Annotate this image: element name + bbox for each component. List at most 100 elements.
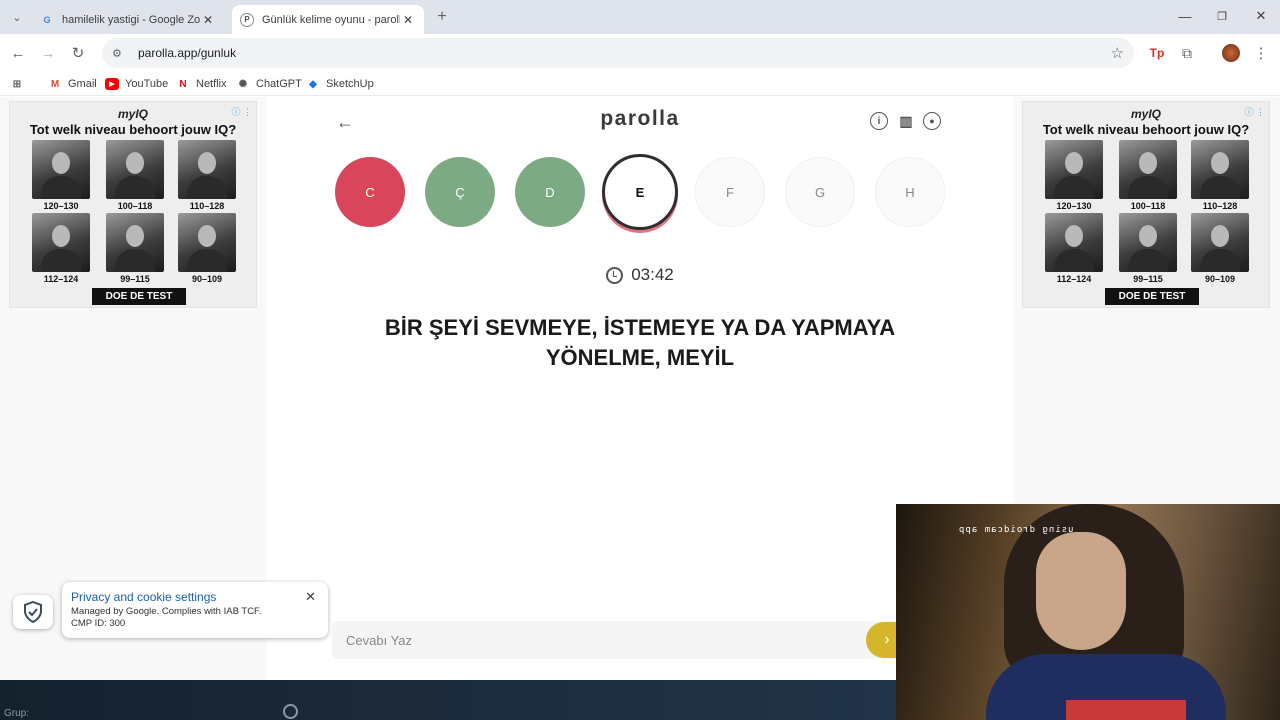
browser-toolbar: ← → ↻ ⚙ parolla.app/gunluk ☆ Tp ⧉ ⋮	[0, 34, 1280, 72]
bookmark-youtube[interactable]: ▶ YouTube	[105, 76, 168, 92]
google-favicon-icon: G	[43, 14, 51, 25]
chatgpt-icon: ✺	[238, 78, 248, 90]
portrait-image	[106, 213, 164, 272]
forward-icon[interactable]: →	[37, 42, 59, 64]
iq-range: 110–128	[1202, 201, 1238, 211]
game-panel: ← parolla i ▥ ● C Ç D E F G H 03:42 BİR …	[322, 97, 958, 680]
ad-headline: Tot welk niveau behoort jouw IQ?	[1042, 122, 1250, 137]
iq-range: 112–124	[43, 274, 79, 284]
cookie-line: CMP ID: 300	[71, 618, 126, 629]
restore-icon[interactable]: ❐	[1207, 6, 1237, 26]
iq-range: 120–130	[1056, 201, 1092, 211]
tab-title: Günlük kelime oyunu - parolla	[262, 13, 400, 26]
user-icon[interactable]: ●	[923, 112, 941, 130]
bookmark-star-icon[interactable]: ☆	[1111, 44, 1124, 62]
profile-avatar[interactable]	[1220, 42, 1242, 64]
webcam-overlay: using droidcam app	[896, 504, 1280, 720]
letter-g: G	[785, 157, 855, 227]
info-icon[interactable]: i	[870, 112, 888, 130]
portrait-image	[1045, 140, 1103, 199]
tab-parolla[interactable]: P Günlük kelime oyunu - parolla ✕	[232, 5, 424, 34]
iq-range: 90–109	[1204, 274, 1236, 284]
portrait-image	[32, 140, 90, 199]
bookmark-label: YouTube	[125, 78, 169, 90]
extensions-puzzle-icon[interactable]: ⧉	[1176, 42, 1198, 64]
clock-icon	[606, 266, 624, 284]
close-tab-icon[interactable]: ✕	[400, 12, 416, 28]
site-info-icon[interactable]: ⚙	[112, 47, 128, 60]
close-icon[interactable]: ✕	[305, 589, 316, 605]
timer-value: 03:42	[631, 265, 674, 284]
address-bar[interactable]: ⚙ parolla.app/gunluk ☆	[102, 38, 1134, 68]
iq-ad-left[interactable]: ⓘ ⋮ myIQ Tot welk niveau behoort jouw IQ…	[9, 101, 257, 308]
close-tab-icon[interactable]: ✕	[200, 12, 216, 28]
portrait-image	[178, 213, 236, 272]
ad-brand: myIQ	[1130, 107, 1161, 121]
timer: 03:42	[322, 265, 958, 285]
bookmarks-bar: ⊞ M Gmail ▶ YouTube N Netflix ✺ ChatGPT …	[0, 72, 1280, 96]
iq-range: 100–118	[117, 201, 153, 211]
reload-icon[interactable]: ↻	[67, 42, 89, 64]
iq-range: 99–115	[1133, 274, 1163, 284]
parolla-logo[interactable]: parolla	[322, 107, 958, 131]
iq-range: 90–109	[191, 274, 223, 284]
letter-d: D	[515, 157, 585, 227]
parolla-favicon-icon: P	[240, 12, 254, 27]
bookmark-label: ChatGPT	[256, 78, 302, 90]
iq-range: 120–130	[43, 201, 79, 211]
answer-box: ›	[332, 621, 912, 659]
stats-icon[interactable]: ▥	[897, 112, 915, 130]
shield-icon	[24, 601, 42, 623]
taskbar-strip: Grup:	[0, 680, 896, 720]
chevron-right-icon: ›	[884, 631, 890, 648]
tab-google-search[interactable]: G hamilelik yastigi - Google Zoeke ✕	[32, 5, 224, 34]
portrait-image	[1119, 213, 1177, 272]
bookmark-label: Gmail	[68, 78, 97, 90]
back-icon[interactable]: ←	[7, 42, 29, 64]
bookmark-netflix[interactable]: N Netflix	[176, 76, 227, 92]
iq-ad-right[interactable]: ⓘ ⋮ myIQ Tot welk niveau behoort jouw IQ…	[1022, 101, 1270, 308]
tab-strip: ⌄ G hamilelik yastigi - Google Zoeke ✕ P…	[0, 0, 1280, 34]
minimize-icon[interactable]: —	[1170, 6, 1200, 26]
bookmark-sketchup[interactable]: ◆ SketchUp	[306, 76, 374, 92]
letter-c: C	[335, 157, 405, 227]
portrait-image	[32, 213, 90, 272]
group-label: Grup:	[4, 708, 30, 719]
cookie-settings-link[interactable]: Privacy and cookie settings	[71, 590, 216, 604]
bookmark-label: SketchUp	[326, 78, 374, 90]
new-tab-icon[interactable]: +	[431, 6, 453, 28]
iq-range: 112–124	[1056, 274, 1092, 284]
question-text: BİR ŞEYİ SEVMEYE, İSTEMEYE YA DA YAPMAYA…	[384, 315, 896, 370]
bookmark-gmail[interactable]: M Gmail	[48, 76, 97, 92]
privacy-shield-button[interactable]	[13, 595, 53, 629]
record-icon[interactable]	[283, 704, 298, 719]
sketchup-icon: ◆	[309, 78, 317, 90]
menu-kebab-icon[interactable]: ⋮	[1250, 42, 1272, 64]
ad-headline: Tot welk niveau behoort jouw IQ?	[29, 122, 237, 137]
tab-title: hamilelik yastigi - Google Zoeke	[62, 13, 200, 26]
iq-range: 110–128	[189, 201, 225, 211]
portrait-image	[1045, 213, 1103, 272]
iq-range: 100–118	[1130, 201, 1166, 211]
bookmark-chatgpt[interactable]: ✺ ChatGPT	[236, 76, 302, 92]
portrait-image	[1119, 140, 1177, 199]
cookie-consent-card: Privacy and cookie settings Managed by G…	[62, 582, 328, 638]
url-text: parolla.app/gunluk	[138, 46, 237, 60]
ad-cta-button[interactable]: DOE DE TEST	[92, 288, 186, 305]
extension-tp-icon[interactable]: Tp	[1146, 42, 1168, 64]
ad-cta-button[interactable]: DOE DE TEST	[1105, 288, 1199, 305]
letter-f: F	[695, 157, 765, 227]
apps-grid-icon[interactable]: ⊞	[10, 76, 30, 92]
letter-e-current: E	[602, 154, 678, 230]
close-window-icon[interactable]: ✕	[1246, 6, 1276, 26]
letter-h: H	[875, 157, 945, 227]
youtube-icon: ▶	[105, 78, 119, 90]
answer-input[interactable]	[332, 621, 852, 659]
cookie-line: Managed by Google. Complies with IAB TCF…	[71, 606, 262, 617]
iq-range: 99–115	[120, 274, 150, 284]
ad-brand: myIQ	[117, 107, 148, 121]
portrait-image	[1191, 140, 1249, 199]
bookmark-label: Netflix	[196, 78, 227, 90]
tab-search-icon[interactable]: ⌄	[6, 6, 28, 28]
letter-c-cedilla: Ç	[425, 157, 495, 227]
